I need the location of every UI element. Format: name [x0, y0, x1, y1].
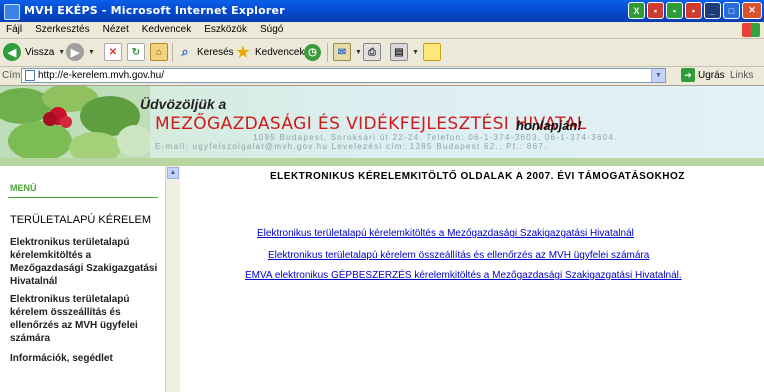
favorites-label: Kedvencek — [255, 46, 305, 58]
stop-button[interactable]: ✕ — [104, 42, 122, 62]
chevron-down-icon[interactable]: ▼ — [355, 49, 362, 56]
sidebar-link-informaciok[interactable]: Információk, segédlet — [10, 352, 158, 365]
address-label: Cím — [2, 70, 21, 81]
app-tray-icon[interactable]: ▪ — [647, 2, 664, 19]
close-button[interactable]: ✕ — [742, 2, 762, 19]
menu-bar: Fájl Szerkesztés Nézet Kedvencek Eszközö… — [0, 22, 764, 39]
menu-tools[interactable]: Eszközök — [204, 24, 247, 35]
app-tray-icon-3[interactable]: ▪ — [685, 2, 702, 19]
menu-help[interactable]: Súgó — [260, 24, 283, 35]
toolbar-separator — [327, 43, 328, 62]
scroll-up-icon[interactable]: ▲ — [167, 167, 179, 179]
titlebar-buttons: X ▪ ▪ ▪ _ □ ✕ — [628, 2, 762, 19]
edit-icon: ▤ — [390, 43, 408, 61]
mail-button[interactable]: ✉ ▼ — [333, 42, 362, 62]
page-icon — [25, 70, 35, 81]
history-icon: ◷ — [304, 43, 321, 61]
sidebar-menu-title: MENÜ — [10, 183, 37, 193]
menu-favorites[interactable]: Kedvencek — [142, 24, 191, 35]
banner-welcome: Üdvözöljük a — [140, 96, 227, 112]
sidebar-link-kerelemkitoltes[interactable]: Elektronikus területalapú kérelemkitölté… — [10, 236, 158, 288]
go-arrow-icon: ➔ — [681, 68, 695, 82]
app-tray-icon-2[interactable]: ▪ — [666, 2, 683, 19]
window-titlebar[interactable]: MVH EKÉPS - Microsoft Internet Explorer … — [0, 0, 764, 22]
link-osszeallitas[interactable]: Elektronikus területalapú kérelem összeá… — [268, 250, 649, 261]
address-input[interactable]: http://e-kerelem.mvh.gov.hu/ ▼ — [21, 68, 666, 83]
maximize-button[interactable]: □ — [723, 2, 740, 19]
excel-icon[interactable]: X — [628, 2, 645, 19]
links-button[interactable]: Links — [730, 70, 753, 81]
address-bar: Cím http://e-kerelem.mvh.gov.hu/ ▼ ➔ Ugr… — [0, 67, 764, 86]
minimize-button[interactable]: _ — [704, 2, 721, 19]
menu-edit[interactable]: Szerkesztés — [35, 24, 89, 35]
print-button[interactable]: ⎙ — [363, 42, 381, 62]
windows-logo-icon — [742, 23, 760, 37]
sidebar-section-title: TERÜLETALAPÚ KÉRELEM — [10, 214, 152, 226]
printer-icon: ⎙ — [363, 43, 381, 61]
sidebar-divider — [8, 197, 158, 198]
url-text[interactable]: http://e-kerelem.mvh.gov.hu/ — [38, 70, 164, 81]
chevron-down-icon[interactable]: ▼ — [651, 69, 665, 82]
toolbar: ◀ Vissza ▼ ▶ ▼ ✕ ↻ ⌂ ⌕ Keresés ★ Kedvenc… — [0, 39, 764, 67]
banner-address: 1095 Budapest, Soroksári út 22-24. Telef… — [253, 133, 618, 142]
window-title: MVH EKÉPS - Microsoft Internet Explorer — [24, 4, 285, 17]
link-gepbeszerzes[interactable]: EMVA elektronikus GÉPBESZERZÉS kérelemki… — [245, 270, 682, 281]
link-kerelemkitoltes[interactable]: Elektronikus területalapú kérelemkitölté… — [257, 228, 634, 239]
leaves-image — [0, 86, 150, 166]
search-button[interactable]: ⌕ Keresés — [177, 42, 234, 62]
refresh-button[interactable]: ↻ — [127, 42, 145, 62]
refresh-icon: ↻ — [127, 43, 145, 61]
history-button[interactable]: ◷ — [304, 42, 321, 62]
page-content: MENÜ TERÜLETALAPÚ KÉRELEM Elektronikus t… — [0, 166, 764, 392]
ie-icon — [4, 4, 20, 20]
stop-icon: ✕ — [104, 43, 122, 61]
back-button[interactable]: ◀ Vissza ▼ — [3, 42, 65, 62]
back-label: Vissza — [25, 46, 55, 58]
menu-file[interactable]: Fájl — [6, 24, 22, 35]
site-banner: Üdvözöljük a MEZŐGAZDASÁGI ÉS VIDÉKFEJLE… — [0, 86, 764, 166]
chevron-down-icon[interactable]: ▼ — [412, 49, 419, 56]
chevron-down-icon[interactable]: ▼ — [88, 49, 95, 56]
page-heading: ELEKTRONIKUS KÉRELEMKITÖLTŐ OLDALAK A 20… — [270, 171, 685, 182]
menu-view[interactable]: Nézet — [103, 24, 129, 35]
go-button[interactable]: ➔ Ugrás — [681, 68, 725, 82]
vertical-scrollbar[interactable]: ▲ — [165, 166, 180, 392]
forward-button[interactable]: ▶ ▼ — [66, 42, 95, 62]
forward-arrow-icon: ▶ — [66, 43, 84, 61]
banner-homepage: honlapján! — [516, 118, 582, 133]
mail-icon: ✉ — [333, 43, 351, 61]
note-icon — [423, 43, 441, 61]
toolbar-separator — [172, 43, 173, 62]
search-icon: ⌕ — [181, 44, 189, 59]
back-arrow-icon: ◀ — [3, 43, 21, 61]
go-label: Ugrás — [698, 69, 725, 81]
messenger-button[interactable] — [423, 42, 441, 62]
home-button[interactable]: ⌂ — [150, 42, 168, 62]
main-content: ELEKTRONIKUS KÉRELEMKITÖLTŐ OLDALAK A 20… — [180, 166, 764, 392]
sidebar-link-osszeallitas[interactable]: Elektronikus területalapú kérelem összeá… — [10, 293, 158, 345]
star-icon: ★ — [236, 44, 250, 61]
search-label: Keresés — [197, 46, 234, 58]
sidebar: MENÜ TERÜLETALAPÚ KÉRELEM Elektronikus t… — [0, 166, 166, 392]
banner-contact: E-mail: ugyfelszolgalat@mvh.gov.hu Level… — [155, 142, 548, 151]
favorites-button[interactable]: ★ Kedvencek — [235, 42, 304, 62]
chevron-down-icon[interactable]: ▼ — [58, 49, 65, 56]
home-icon: ⌂ — [150, 43, 168, 61]
banner-strip — [0, 158, 764, 166]
edit-button[interactable]: ▤ ▼ — [390, 42, 419, 62]
